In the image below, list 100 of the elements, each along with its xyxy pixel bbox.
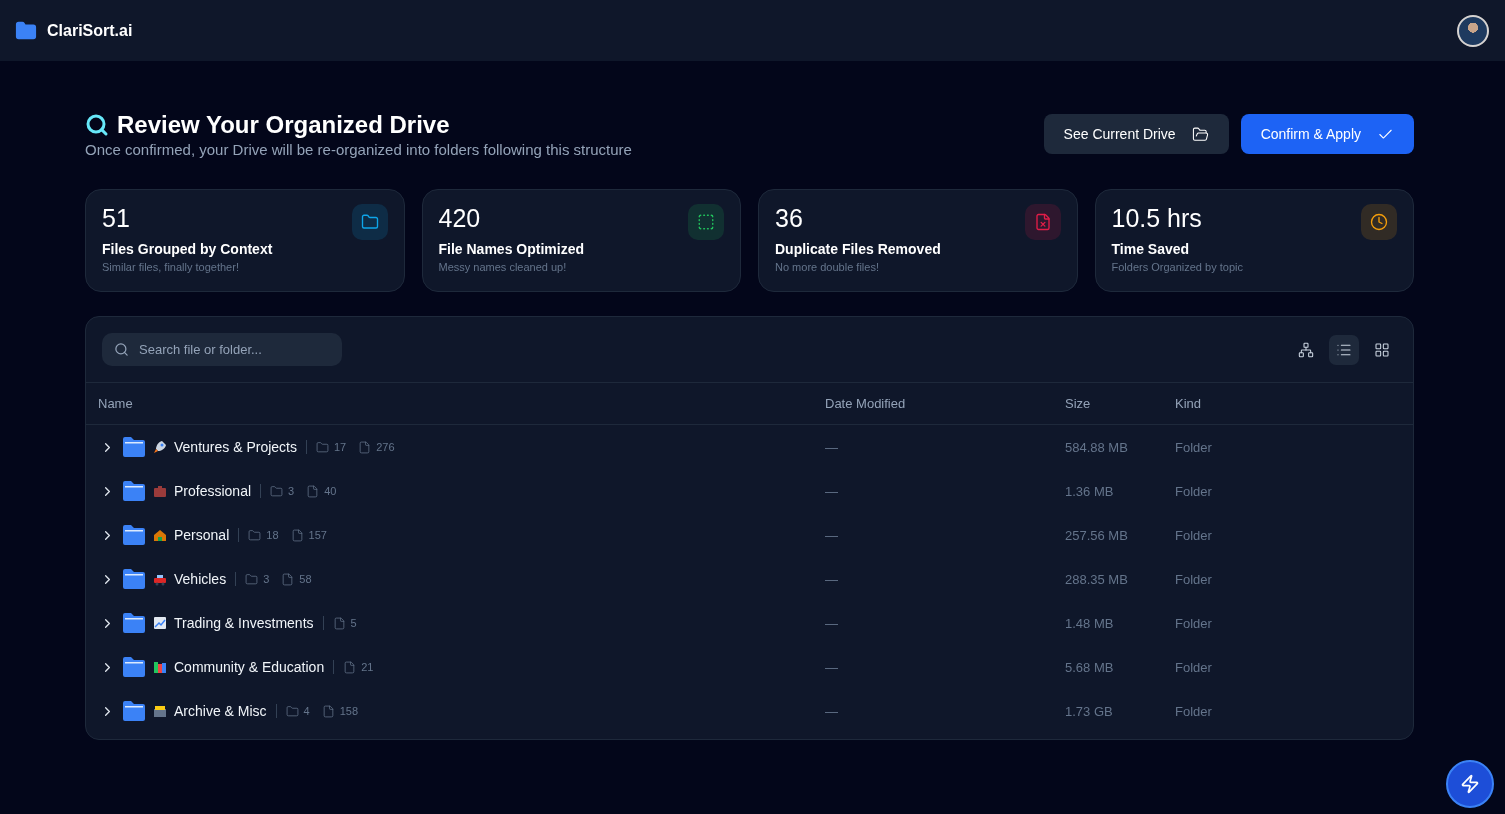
- brand-name: ClariSort.ai: [47, 21, 133, 40]
- size-cell-text: 5.68 MB: [1065, 659, 1115, 675]
- file-icon: [290, 528, 304, 542]
- file-count: 58: [299, 573, 312, 585]
- folder-name[interactable]: Personal: [174, 527, 230, 543]
- search-icon: [114, 342, 129, 357]
- stat-title: Duplicate Files Removed: [775, 241, 941, 257]
- date-cell-text: —: [825, 527, 839, 543]
- folder-count: 4: [303, 705, 310, 717]
- folder-name[interactable]: Professional: [174, 483, 252, 499]
- file-icon: [321, 704, 335, 718]
- file-icon: [343, 660, 357, 674]
- file-count: 40: [324, 485, 337, 497]
- stat-caption: Similar files, finally together!: [102, 261, 240, 273]
- lightning-icon: [1460, 774, 1480, 794]
- kind-cell-text: Folder: [1175, 615, 1213, 631]
- folder-icon: [122, 480, 146, 502]
- folder-name[interactable]: Vehicles: [174, 571, 227, 587]
- file-count: 276: [376, 441, 395, 453]
- magnifier-icon: [85, 113, 109, 137]
- avatar[interactable]: [1457, 14, 1489, 47]
- file-crossed-icon: [1033, 213, 1052, 231]
- size-cell-text: 257.56 MB: [1065, 527, 1129, 543]
- confirm-button[interactable]: Confirm & Apply: [1240, 114, 1414, 154]
- stat-value: 36: [775, 204, 804, 233]
- see-drive-button[interactable]: See Current Drive: [1043, 114, 1229, 154]
- folder-icon: [1191, 125, 1209, 143]
- folder-icon: [315, 440, 329, 454]
- column-header[interactable]: Date Modified: [825, 396, 1065, 411]
- folder-icon: [122, 612, 146, 634]
- folder-icon: [122, 524, 146, 546]
- size-cell-text: 1.36 MB: [1065, 483, 1115, 499]
- kind-cell-text: Folder: [1175, 659, 1213, 675]
- kind-cell-text: Folder: [1175, 703, 1213, 719]
- folder-name[interactable]: Community & Education: [174, 659, 325, 675]
- page-subtitle: Once confirmed, your Drive will be re-organized into folders following this structure: [85, 141, 632, 158]
- folder-icon: [285, 704, 299, 718]
- stat-title: File Names Optimized: [438, 241, 584, 257]
- folder-count: 3: [263, 573, 270, 585]
- file-icon: [281, 572, 295, 586]
- date-cell-text: —: [825, 571, 839, 587]
- chart-icon: [152, 615, 168, 631]
- kind-cell-text: Folder: [1175, 527, 1213, 543]
- folder-icon: [122, 436, 146, 458]
- file-box-icon: [152, 703, 168, 719]
- folder-count: 3: [288, 485, 295, 497]
- file-icon: [358, 440, 372, 454]
- folder-icon: [122, 568, 146, 590]
- column-header[interactable]: Size: [1065, 396, 1175, 411]
- folder-icon: [122, 656, 146, 678]
- stat-value: 10.5 hrs: [1111, 204, 1203, 233]
- file-icon: [306, 484, 320, 498]
- file-count: 157: [308, 529, 327, 541]
- file-count: 21: [361, 661, 374, 673]
- kind-cell-text: Folder: [1175, 483, 1213, 499]
- file-count: 158: [339, 705, 359, 717]
- size-cell-text: 1.73 GB: [1065, 703, 1114, 719]
- file-icon: [332, 616, 346, 630]
- tree-icon: [1298, 341, 1314, 358]
- date-cell-text: —: [825, 615, 839, 631]
- clock-icon: [1370, 213, 1388, 231]
- grid-icon: [1374, 341, 1390, 358]
- stat-value: 420: [438, 204, 482, 233]
- size-cell-text: 584.88 MB: [1065, 439, 1129, 455]
- date-cell-text: —: [825, 439, 839, 455]
- column-header[interactable]: Kind: [1175, 396, 1413, 411]
- stat-caption: Folders Organized by topic: [1111, 261, 1243, 273]
- folder-icon: [248, 528, 262, 542]
- stat-title: Time Saved: [1111, 241, 1191, 257]
- folder-name[interactable]: Ventures & Projects: [174, 439, 297, 455]
- page-title: Review Your Organized Drive: [117, 111, 450, 139]
- stat-value: 51: [102, 204, 131, 233]
- folder-count: 18: [266, 529, 279, 541]
- date-cell-text: —: [825, 659, 839, 675]
- size-cell-text: 288.35 MB: [1065, 571, 1129, 587]
- file-count: 5: [350, 617, 357, 629]
- logo-icon: [15, 19, 37, 42]
- search-input[interactable]: Search file or folder...: [137, 341, 330, 358]
- kind-cell-text: Folder: [1175, 439, 1213, 455]
- stat-caption: Messy names cleaned up!: [438, 261, 568, 273]
- search-field[interactable]: Search file or folder...: [102, 333, 342, 366]
- stat-title: Files Grouped by Context: [102, 241, 273, 257]
- folder-icon: [245, 572, 259, 586]
- folder-name[interactable]: Trading & Investments: [174, 615, 314, 631]
- folder-name[interactable]: Archive & Misc: [174, 703, 267, 719]
- briefcase-icon: [152, 483, 168, 499]
- folder-icon: [270, 484, 284, 498]
- list-view-button[interactable]: [1329, 334, 1359, 365]
- kind-cell-text: Folder: [1175, 571, 1213, 587]
- column-header[interactable]: Name: [98, 396, 825, 411]
- folder-count: 17: [333, 441, 347, 453]
- quick-action-button[interactable]: [1446, 760, 1494, 808]
- folder-icon: [122, 700, 146, 722]
- date-cell-text: —: [825, 483, 839, 499]
- books-icon: [152, 659, 168, 675]
- date-cell-text: —: [825, 703, 839, 719]
- size-cell-text: 1.48 MB: [1065, 615, 1115, 631]
- house-icon: [152, 527, 168, 543]
- stat-caption: No more double files!: [775, 261, 880, 273]
- folder-icon: [360, 213, 379, 231]
